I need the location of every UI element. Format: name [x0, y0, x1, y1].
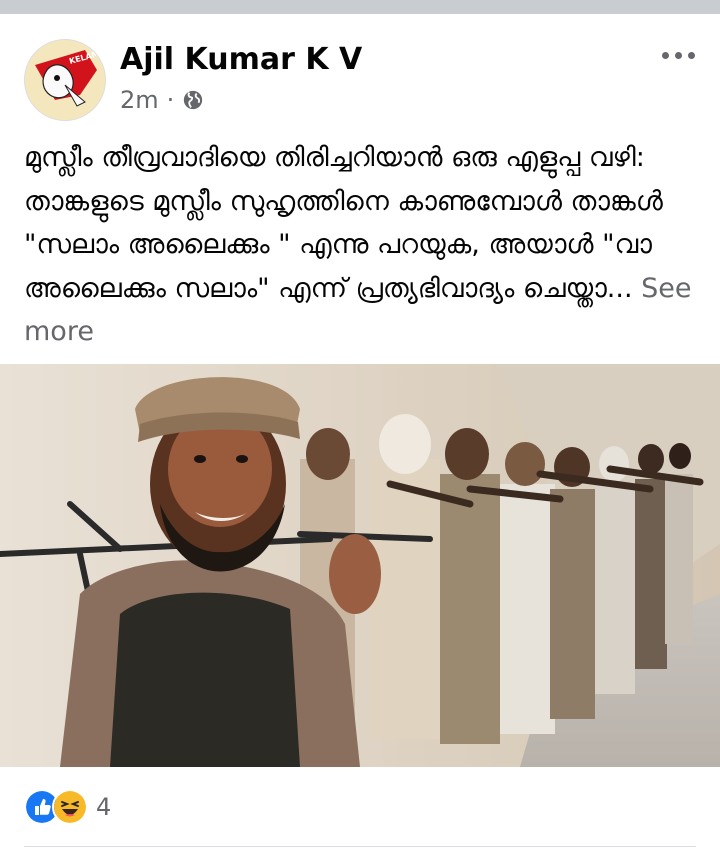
globe-icon: [184, 90, 203, 110]
avatar[interactable]: KELAMANDI: [24, 39, 106, 121]
post-body: മുസ്ലീം തീവ്രവാദിയെ തിരിച്ചറിയാൻ ഒരു എളു…: [24, 142, 663, 304]
reaction-count[interactable]: 4: [96, 793, 111, 821]
post-time[interactable]: 2m: [120, 86, 159, 114]
more-horizontal-icon: [661, 51, 669, 59]
more-options-button[interactable]: [658, 44, 698, 66]
reactions-bar[interactable]: 4: [24, 789, 111, 825]
post-meta: 2m ·: [120, 86, 204, 114]
post-divider: [24, 846, 696, 847]
photo-armed-men-row: [0, 364, 720, 767]
avatar-logo: KELAMANDI: [25, 40, 105, 120]
post-header: KELAMANDI Ajil Kumar K V 2m ·: [0, 14, 720, 124]
feed-divider: [0, 0, 720, 14]
post-photo[interactable]: [0, 364, 720, 767]
haha-icon: [52, 789, 88, 825]
meta-separator: ·: [166, 86, 175, 114]
post-text: മുസ്ലീം തീവ്രവാദിയെ തിരിച്ചറിയാൻ ഒരു എളു…: [24, 136, 704, 354]
author-name[interactable]: Ajil Kumar K V: [120, 42, 362, 77]
post-card: KELAMANDI Ajil Kumar K V 2m · മുസ്ലീം തീ…: [0, 14, 720, 854]
